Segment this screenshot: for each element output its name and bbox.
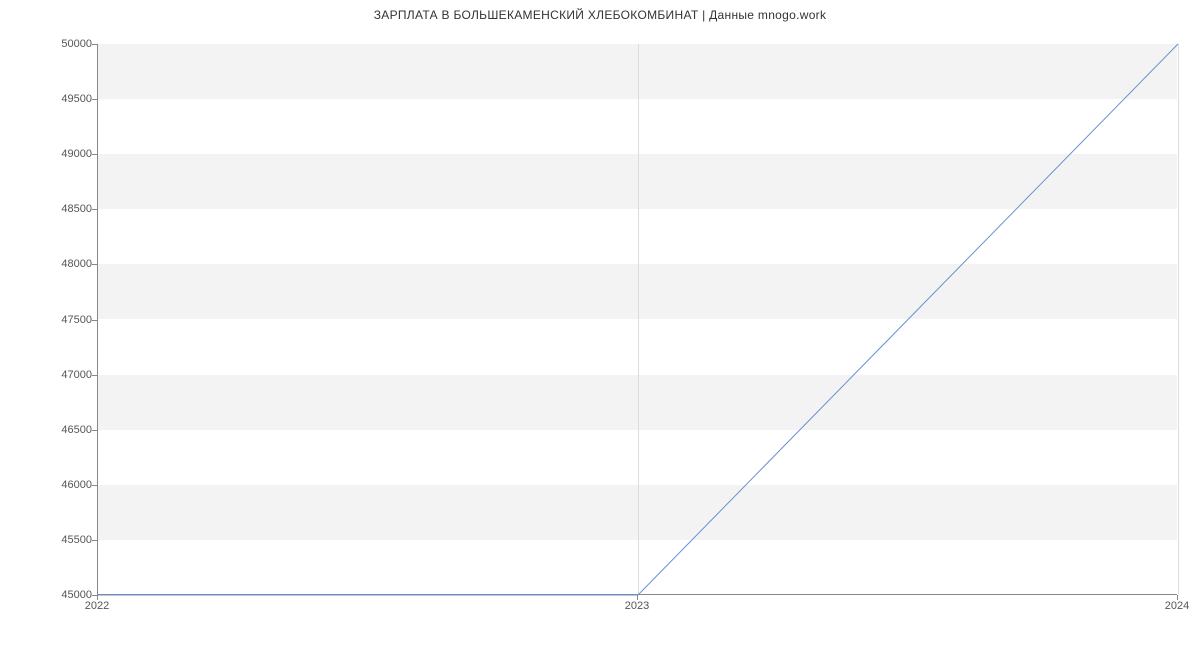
x-axis-tick-mark — [637, 595, 638, 600]
y-axis-tick-label: 45000 — [12, 589, 92, 601]
x-axis-tick-mark — [1177, 595, 1178, 600]
y-axis-tick-mark — [92, 485, 97, 486]
grid-line-vertical — [1178, 44, 1179, 594]
y-axis-tick-mark — [92, 44, 97, 45]
y-axis-tick-label: 46500 — [12, 424, 92, 436]
y-axis-tick-mark — [92, 375, 97, 376]
y-axis-tick-mark — [92, 430, 97, 431]
y-axis-tick-label: 47000 — [12, 369, 92, 381]
y-axis-tick-mark — [92, 154, 97, 155]
y-axis-tick-label: 46000 — [12, 479, 92, 491]
y-axis-tick-label: 49500 — [12, 93, 92, 105]
x-axis-tick-label: 2023 — [625, 600, 649, 612]
data-line — [98, 44, 1177, 594]
plot-area — [97, 44, 1177, 595]
y-axis-tick-label: 49000 — [12, 148, 92, 160]
y-axis-tick-label: 50000 — [12, 38, 92, 50]
x-axis-tick-label: 2024 — [1165, 600, 1189, 612]
y-axis-tick-label: 48000 — [12, 258, 92, 270]
y-axis-tick-label: 47500 — [12, 314, 92, 326]
y-axis-tick-mark — [92, 264, 97, 265]
y-axis-tick-mark — [92, 209, 97, 210]
x-axis-tick-mark — [97, 595, 98, 600]
x-axis-tick-label: 2022 — [85, 600, 109, 612]
y-axis-tick-mark — [92, 540, 97, 541]
y-axis-tick-mark — [92, 320, 97, 321]
y-axis-tick-label: 48500 — [12, 203, 92, 215]
chart-title: ЗАРПЛАТА В БОЛЬШЕКАМЕНСКИЙ ХЛЕБОКОМБИНАТ… — [0, 8, 1200, 22]
y-axis-tick-mark — [92, 99, 97, 100]
y-axis-tick-label: 45500 — [12, 534, 92, 546]
